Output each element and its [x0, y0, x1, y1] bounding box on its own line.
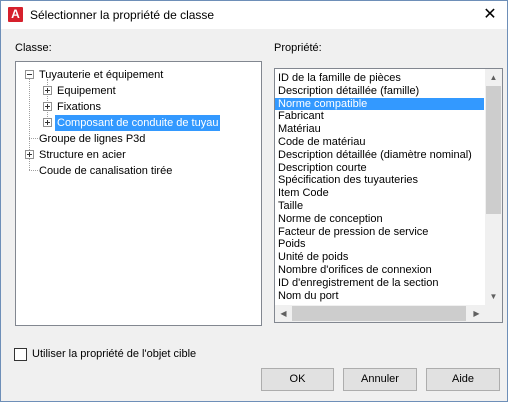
tree-item-composant[interactable]: Composant de conduite de tuyau	[39, 114, 222, 132]
property-items: ID de la famille de pièces Description dé…	[275, 72, 484, 302]
tree-item-label: Coude de canalisation tirée	[39, 165, 173, 177]
select-class-property-dialog: A Sélectionner la propriété de classe ✕ …	[0, 0, 508, 402]
property-list-item[interactable]: Nombre d'orifices de connexion	[275, 264, 484, 277]
cancel-button[interactable]: Annuler	[343, 368, 417, 391]
close-button[interactable]: ✕	[473, 1, 507, 29]
title-bar[interactable]: A Sélectionner la propriété de classe ✕	[1, 1, 507, 29]
tree-item-label: Structure en acier	[39, 149, 126, 161]
triangle-right-icon[interactable]: ▶	[468, 305, 485, 322]
tree-item-fixations[interactable]: Fixations	[39, 99, 103, 115]
property-list-item[interactable]: Item Code	[275, 187, 484, 200]
property-list-item[interactable]: Poids	[275, 238, 484, 251]
expand-icon[interactable]	[25, 150, 34, 159]
property-list-item[interactable]: Description détaillée (famille)	[275, 85, 484, 98]
property-list-item[interactable]: Taille	[275, 200, 484, 213]
dialog-title: Sélectionner la propriété de classe	[30, 8, 215, 22]
property-list-item[interactable]: Nom du port	[275, 290, 484, 303]
tree-item-coude[interactable]: Coude de canalisation tirée	[21, 163, 174, 179]
ok-button[interactable]: OK	[261, 368, 334, 391]
property-list-item[interactable]: ID d'enregistrement de la section	[275, 277, 484, 290]
expand-icon[interactable]	[43, 102, 52, 111]
property-list[interactable]: ID de la famille de pièces Description dé…	[274, 68, 503, 323]
class-label: Classe:	[15, 42, 52, 54]
class-tree[interactable]: Tuyauterie et équipement Equipement Fixa…	[15, 61, 262, 326]
autocad-a-icon: A	[8, 7, 23, 22]
tree-item-groupe-lignes[interactable]: Groupe de lignes P3d	[21, 131, 147, 147]
property-list-item[interactable]: Description détaillée (diamètre nominal)	[275, 149, 484, 162]
property-list-item[interactable]: Norme compatible	[275, 97, 484, 111]
horizontal-scroll-thumb[interactable]	[292, 306, 466, 321]
tree-item-equipement[interactable]: Equipement	[39, 83, 118, 99]
expand-icon[interactable]	[43, 86, 52, 95]
use-target-property-checkbox[interactable]	[14, 348, 27, 361]
tree-item-structure-acier[interactable]: Structure en acier	[21, 147, 128, 163]
tree-item-label: Composant de conduite de tuyau	[53, 114, 222, 132]
property-list-item[interactable]: ID de la famille de pièces	[275, 72, 484, 85]
tree-item-label: Groupe de lignes P3d	[39, 133, 146, 145]
property-list-item[interactable]: Unité de poids	[275, 251, 484, 264]
expand-icon[interactable]	[43, 118, 52, 127]
property-list-item[interactable]: Facteur de pression de service	[275, 226, 484, 239]
tree-item-label: Fixations	[57, 101, 102, 113]
horizontal-scrollbar[interactable]: ◀ ▶	[275, 305, 502, 322]
scroll-corner	[485, 305, 502, 322]
property-list-item[interactable]: Fabricant	[275, 110, 484, 123]
property-list-item[interactable]: Norme de conception	[275, 213, 484, 226]
triangle-up-icon[interactable]: ▲	[485, 69, 502, 86]
tree-item-label: Tuyauterie et équipement	[39, 69, 164, 81]
property-list-item[interactable]: Spécification des tuyauteries	[275, 174, 484, 187]
property-list-item[interactable]: Matériau	[275, 123, 484, 136]
collapse-icon[interactable]	[25, 70, 34, 79]
property-list-item[interactable]: Code de matériau	[275, 136, 484, 149]
property-list-item[interactable]: Description courte	[275, 162, 484, 175]
use-target-property-label[interactable]: Utiliser la propriété de l'objet cible	[32, 348, 196, 360]
triangle-down-icon[interactable]: ▼	[485, 288, 502, 305]
property-label: Propriété:	[274, 42, 322, 54]
vertical-scroll-thumb[interactable]	[486, 86, 501, 214]
tree-item-tuyauterie[interactable]: Tuyauterie et équipement	[21, 67, 165, 83]
help-button[interactable]: Aide	[426, 368, 500, 391]
vertical-scrollbar[interactable]: ▲ ▼	[485, 69, 502, 305]
tree-item-label: Equipement	[57, 85, 116, 97]
triangle-left-icon[interactable]: ◀	[275, 305, 292, 322]
close-icon: ✕	[483, 6, 497, 23]
